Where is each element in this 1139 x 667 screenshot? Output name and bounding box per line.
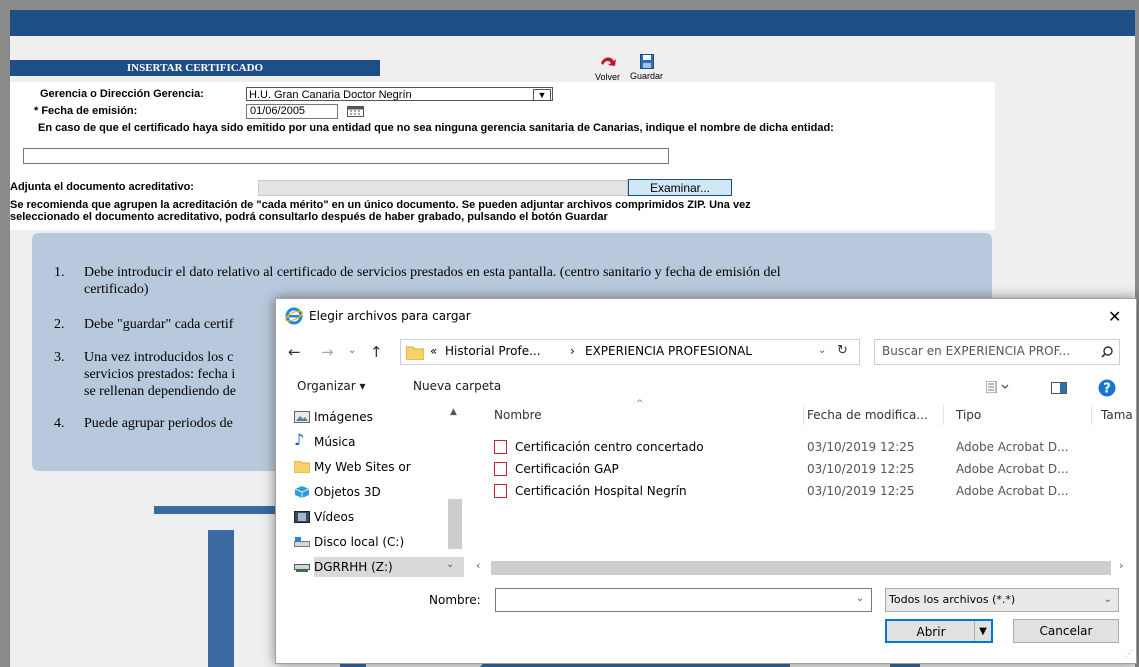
pdf-file-icon: [494, 484, 507, 498]
horizontal-scrollbar-thumb[interactable]: [491, 561, 1111, 575]
history-dropdown-icon[interactable]: ⌄: [348, 345, 356, 356]
file-type: Adobe Acrobat D...: [956, 484, 1069, 498]
refresh-icon[interactable]: ↻: [837, 343, 848, 358]
tree-item-dgrrhh[interactable]: DGRRHH (Z:): [294, 557, 464, 577]
network-drive-icon: [294, 564, 310, 572]
nav-forward-icon[interactable]: →: [321, 343, 334, 361]
address-dropdown-icon[interactable]: ⌄: [818, 345, 826, 356]
close-icon[interactable]: ✕: [1108, 307, 1121, 326]
tree-scrollbar-thumb[interactable]: [448, 499, 462, 549]
file-type-filter[interactable]: Todos los archivos (*.*) ⌄: [885, 588, 1119, 612]
file-name: Certificación GAP: [515, 462, 619, 476]
column-divider: [803, 405, 804, 425]
new-folder-button[interactable]: Nueva carpeta: [413, 379, 501, 393]
tree-scroll-down-icon[interactable]: ⌄: [446, 559, 454, 570]
folder-tree: Imágenes ♪ Música My Web Sites or Objetos…: [276, 405, 466, 577]
3d-objects-icon: [294, 486, 310, 498]
internet-explorer-icon: [285, 307, 303, 325]
music-note-icon: ♪: [294, 430, 305, 449]
file-upload-dialog: Elegir archivos para cargar ✕ ← → ⌄ ↑ « …: [275, 298, 1137, 664]
column-header-type[interactable]: Tipo: [956, 405, 981, 425]
sort-ascending-icon: ^: [636, 399, 644, 409]
file-name: Certificación centro concertado: [515, 440, 704, 454]
search-input[interactable]: Buscar en EXPERIENCIA PROF...: [874, 339, 1120, 365]
filename-label: Nombre:: [429, 593, 481, 607]
open-button[interactable]: Abrir ▼: [885, 619, 993, 643]
videos-folder-icon: [294, 511, 310, 523]
pdf-file-icon: [494, 462, 507, 476]
tree-item-objetos-3d[interactable]: Objetos 3D: [294, 482, 381, 502]
file-row[interactable]: Certificación centro concertado 03/10/20…: [494, 437, 1094, 457]
file-type: Adobe Acrobat D...: [956, 440, 1069, 454]
dialog-title: Elegir archivos para cargar: [309, 309, 471, 323]
view-options-icon[interactable]: [986, 381, 1012, 393]
column-divider: [1091, 405, 1092, 425]
help-icon[interactable]: ?: [1098, 379, 1116, 397]
svg-text:?: ?: [1103, 382, 1111, 397]
tree-item-musica[interactable]: ♪ Música: [294, 432, 356, 452]
cancel-button[interactable]: Cancelar: [1013, 619, 1119, 643]
resize-grip-icon[interactable]: ⋰: [1125, 649, 1133, 658]
file-row[interactable]: Certificación Hospital Negrín 03/10/2019…: [494, 481, 1094, 501]
nav-back-icon[interactable]: ←: [288, 343, 301, 361]
filename-dropdown-icon[interactable]: ⌄: [856, 593, 864, 604]
tree-item-my-web-sites[interactable]: My Web Sites or: [294, 457, 411, 477]
open-label: Abrir: [916, 625, 946, 639]
tree-item-videos[interactable]: Vídeos: [294, 507, 354, 527]
file-type: Adobe Acrobat D...: [956, 462, 1069, 476]
column-divider: [943, 405, 944, 425]
pictures-folder-icon: [294, 411, 310, 423]
folder-icon: [406, 346, 424, 360]
filter-value: Todos los archivos (*.*): [889, 593, 1016, 606]
nav-up-icon[interactable]: ↑: [370, 343, 383, 361]
column-header-date[interactable]: Fecha de modifica...: [807, 405, 928, 425]
breadcrumb-separator: ›: [570, 344, 575, 358]
search-icon: [1101, 346, 1113, 358]
open-split-arrow-icon[interactable]: ▼: [974, 621, 991, 641]
breadcrumb-item[interactable]: Historial Profe...: [445, 344, 541, 358]
folder-icon: [294, 461, 310, 473]
file-date: 03/10/2019 12:25: [807, 462, 915, 476]
hard-drive-icon: [294, 537, 310, 547]
file-date: 03/10/2019 12:25: [807, 484, 915, 498]
tree-item-disco-local[interactable]: Disco local (C:): [294, 532, 404, 552]
address-bar[interactable]: « Historial Profe... › EXPERIENCIA PROFE…: [400, 339, 860, 365]
filename-input[interactable]: [495, 588, 872, 612]
organize-menu[interactable]: Organizar ▾: [297, 379, 366, 393]
pdf-file-icon: [494, 440, 507, 454]
file-date: 03/10/2019 12:25: [807, 440, 915, 454]
preview-pane-icon[interactable]: [1051, 382, 1067, 394]
file-name: Certificación Hospital Negrín: [515, 484, 687, 498]
file-row[interactable]: Certificación GAP 03/10/2019 12:25 Adobe…: [494, 459, 1094, 479]
tree-scroll-up-icon[interactable]: ▲: [450, 407, 457, 417]
chevron-down-icon: ⌄: [1103, 594, 1112, 605]
search-placeholder: Buscar en EXPERIENCIA PROF...: [882, 344, 1071, 358]
scroll-right-icon[interactable]: ›: [1119, 559, 1123, 572]
column-header-size[interactable]: Tama: [1101, 405, 1133, 425]
tree-item-imagenes[interactable]: Imágenes: [294, 407, 373, 427]
breadcrumb-item-current[interactable]: EXPERIENCIA PROFESIONAL: [585, 344, 752, 358]
column-header-name[interactable]: Nombre: [494, 405, 542, 425]
scroll-left-icon[interactable]: ‹: [476, 559, 480, 572]
breadcrumb-prefix: «: [430, 344, 438, 358]
